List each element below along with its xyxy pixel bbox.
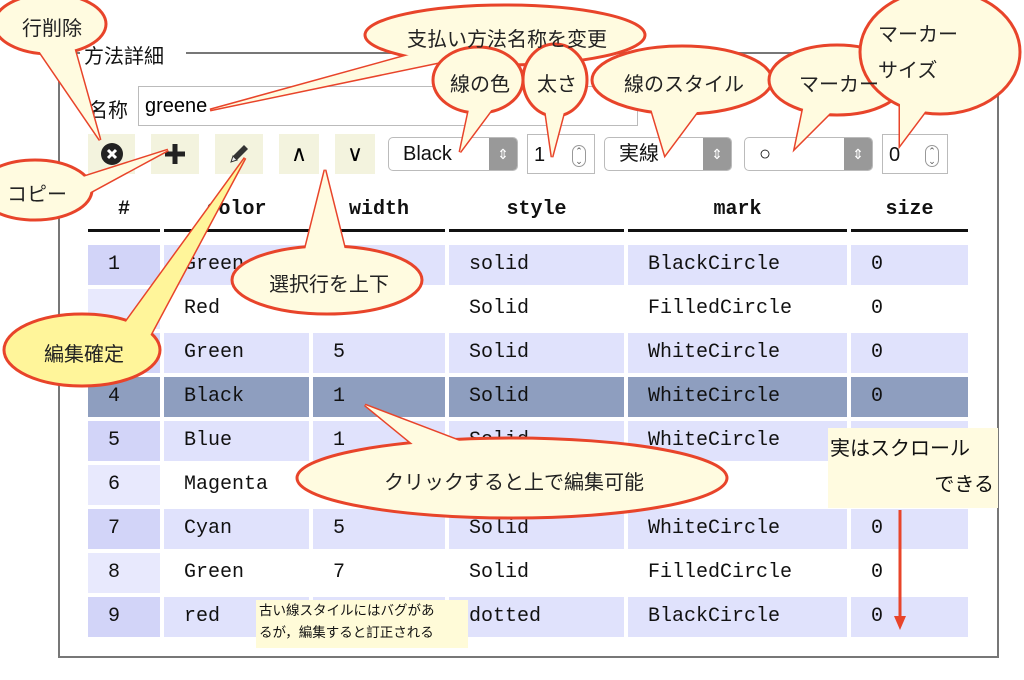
old-style-note-line1: 古い線スタイルにはバグがあ [259, 603, 435, 619]
old-style-note-line2: るが，編集すると訂正される [259, 625, 434, 641]
old-style-note: 古い線スタイルにはバグがあ るが，編集すると訂正される [256, 600, 468, 648]
scroll-arrow [894, 510, 906, 630]
